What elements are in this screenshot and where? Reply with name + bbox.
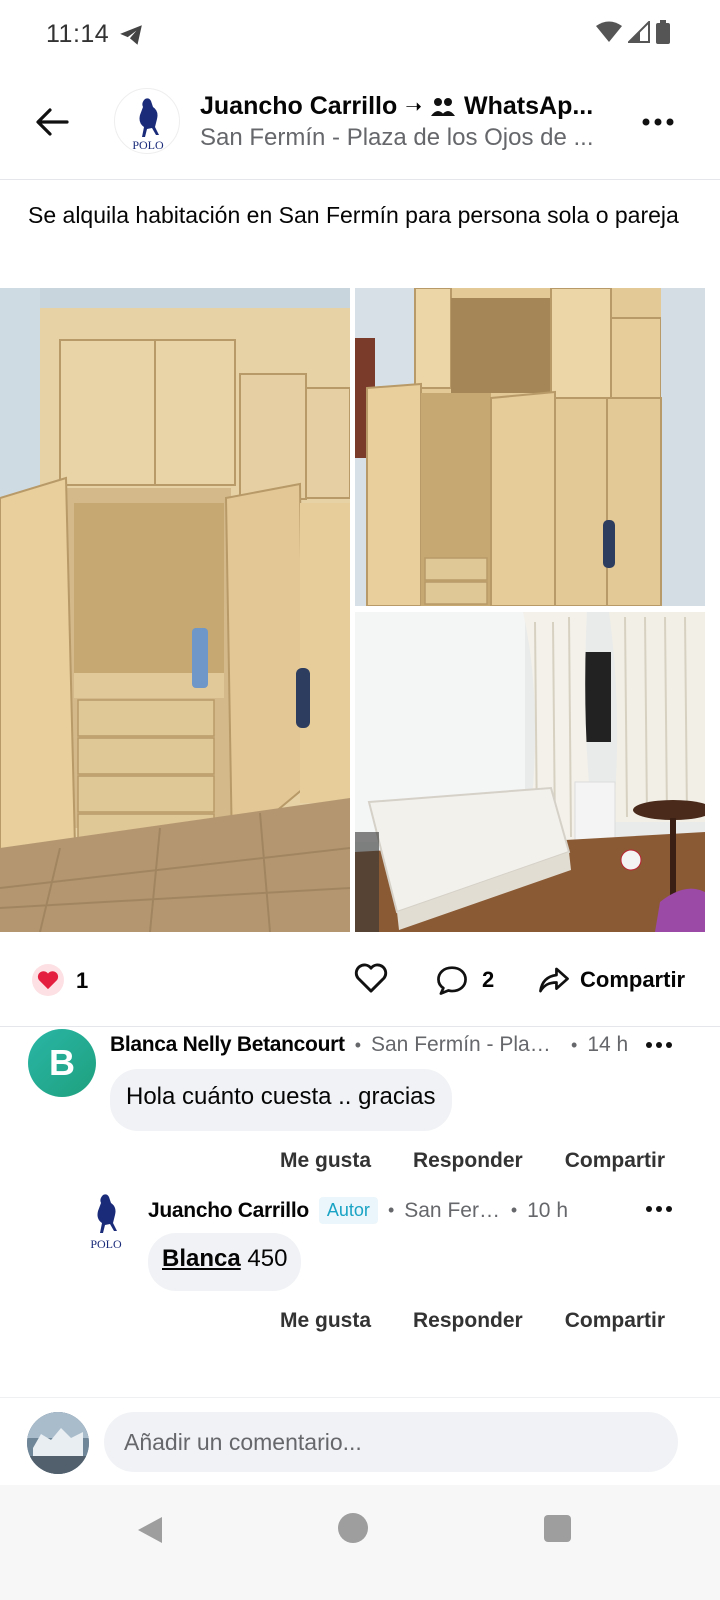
wardrobe-upper-photo-image — [355, 288, 705, 606]
comment-input[interactable] — [104, 1412, 678, 1472]
comment-text: Hola cuánto cuesta .. gracias — [126, 1083, 436, 1110]
bedroom-photo-image — [355, 612, 705, 932]
current-user-avatar[interactable] — [27, 1412, 89, 1474]
user-photo-image — [27, 1412, 89, 1474]
share-arrow-icon — [539, 967, 569, 993]
comment-like-button[interactable]: Me gusta — [280, 1149, 371, 1173]
group-icon — [431, 97, 456, 116]
comment-location[interactable]: San Fermín - Plaza... — [371, 1033, 561, 1057]
reply-time: 10 h — [527, 1198, 568, 1222]
header-title[interactable]: Juancho Carrillo ➝ WhatsAp... — [200, 92, 600, 121]
header-arrow: ➝ — [405, 96, 423, 118]
header-author[interactable]: Juancho Carrillo — [200, 92, 397, 121]
post-text: Se alquila habitación en San Fermín para… — [28, 202, 679, 228]
reply-more-button[interactable] — [642, 1199, 676, 1219]
arrow-left-icon — [36, 108, 69, 136]
more-horizontal-icon — [642, 118, 674, 126]
comment-bubble: Hola cuánto cuesta .. gracias — [110, 1069, 452, 1131]
more-horizontal-icon — [646, 1206, 672, 1212]
polo-logo-icon: POLO — [90, 1194, 122, 1251]
separator-dot: • — [571, 1034, 578, 1055]
nav-recents-icon[interactable] — [544, 1515, 571, 1542]
photo-bedroom[interactable] — [355, 612, 705, 932]
comment-actions: Me gusta Responder Compartir — [280, 1149, 665, 1173]
status-time: 11:14 — [46, 20, 110, 48]
comment-header: Blanca Nelly Betancourt • San Fermín - P… — [110, 1033, 670, 1057]
reactions-bar: 1 2 Compartir — [0, 950, 720, 1010]
comment-composer — [0, 1397, 720, 1485]
reply-text: 450 — [240, 1245, 288, 1272]
back-button[interactable] — [30, 100, 74, 144]
header-location[interactable]: San Fermín - Plaza de los Ojos de ... — [200, 124, 600, 152]
author-avatar[interactable]: POLO — [114, 88, 180, 154]
status-bar: 11:14 — [0, 0, 720, 70]
polo-logo-text: POLO — [90, 1237, 122, 1251]
reply-author-name[interactable]: Juancho Carrillo — [148, 1199, 309, 1223]
author-badge: Autor — [318, 1197, 378, 1224]
system-nav-bar — [0, 1485, 720, 1600]
comment-time: 14 h — [587, 1033, 629, 1056]
commenter-avatar[interactable]: B — [28, 1029, 96, 1097]
comment-more-button[interactable] — [642, 1035, 676, 1055]
telegram-icon — [120, 25, 142, 45]
wifi-icon — [596, 21, 622, 42]
mention-link[interactable]: Blanca — [162, 1245, 241, 1272]
nav-back-icon[interactable] — [134, 1513, 168, 1547]
reply-bubble: Blanca 450 — [148, 1233, 302, 1291]
post-header: POLO Juancho Carrillo ➝ WhatsAp... San F… — [0, 70, 720, 180]
photo-grid — [0, 288, 720, 932]
reaction-count[interactable]: 1 — [76, 968, 88, 994]
header-group[interactable]: WhatsAp... — [464, 92, 593, 121]
status-icons — [596, 20, 670, 44]
separator-dot: • — [510, 1200, 518, 1220]
nav-home-icon[interactable] — [338, 1513, 368, 1543]
share-button[interactable]: Compartir — [538, 962, 685, 998]
comments-list: B Blanca Nelly Betancourt • San Fermín -… — [0, 1027, 720, 1397]
more-horizontal-icon — [646, 1042, 672, 1048]
photo-wardrobe-upper[interactable] — [355, 288, 705, 606]
comment-bubble-icon — [437, 966, 467, 995]
more-options-button[interactable] — [636, 104, 680, 140]
comment-reply-button[interactable]: Responder — [413, 1149, 523, 1173]
share-label: Compartir — [580, 967, 686, 992]
wardrobe-photo-image — [0, 288, 350, 932]
separator-dot: • — [354, 1034, 361, 1055]
reply-share-button[interactable]: Compartir — [565, 1309, 665, 1333]
love-button[interactable] — [354, 962, 390, 998]
reply-header: Juancho Carrillo Autor • San Fermín - ..… — [148, 1197, 568, 1224]
reply-like-button[interactable]: Me gusta — [280, 1309, 371, 1333]
reply-location[interactable]: San Fermín - ... — [404, 1199, 501, 1223]
polo-logo-text: POLO — [132, 138, 164, 152]
polo-logo-icon: POLO — [132, 98, 164, 152]
comments-count: 2 — [482, 967, 495, 992]
photo-wardrobe-open[interactable] — [0, 288, 350, 932]
battery-icon — [656, 20, 670, 44]
comment-button[interactable]: 2 — [436, 962, 494, 998]
comment-share-button[interactable]: Compartir — [565, 1149, 665, 1173]
reply-reply-button[interactable]: Responder — [413, 1309, 523, 1333]
heart-outline-icon — [354, 963, 388, 993]
separator-dot: • — [387, 1200, 395, 1220]
reply-actions: Me gusta Responder Compartir — [280, 1309, 665, 1333]
reply-author-avatar[interactable]: POLO — [78, 1191, 134, 1251]
commenter-name[interactable]: Blanca Nelly Betancourt — [110, 1033, 345, 1057]
signal-icon — [628, 21, 650, 43]
heart-filled-icon — [37, 971, 59, 990]
love-reaction-badge[interactable] — [32, 964, 64, 996]
